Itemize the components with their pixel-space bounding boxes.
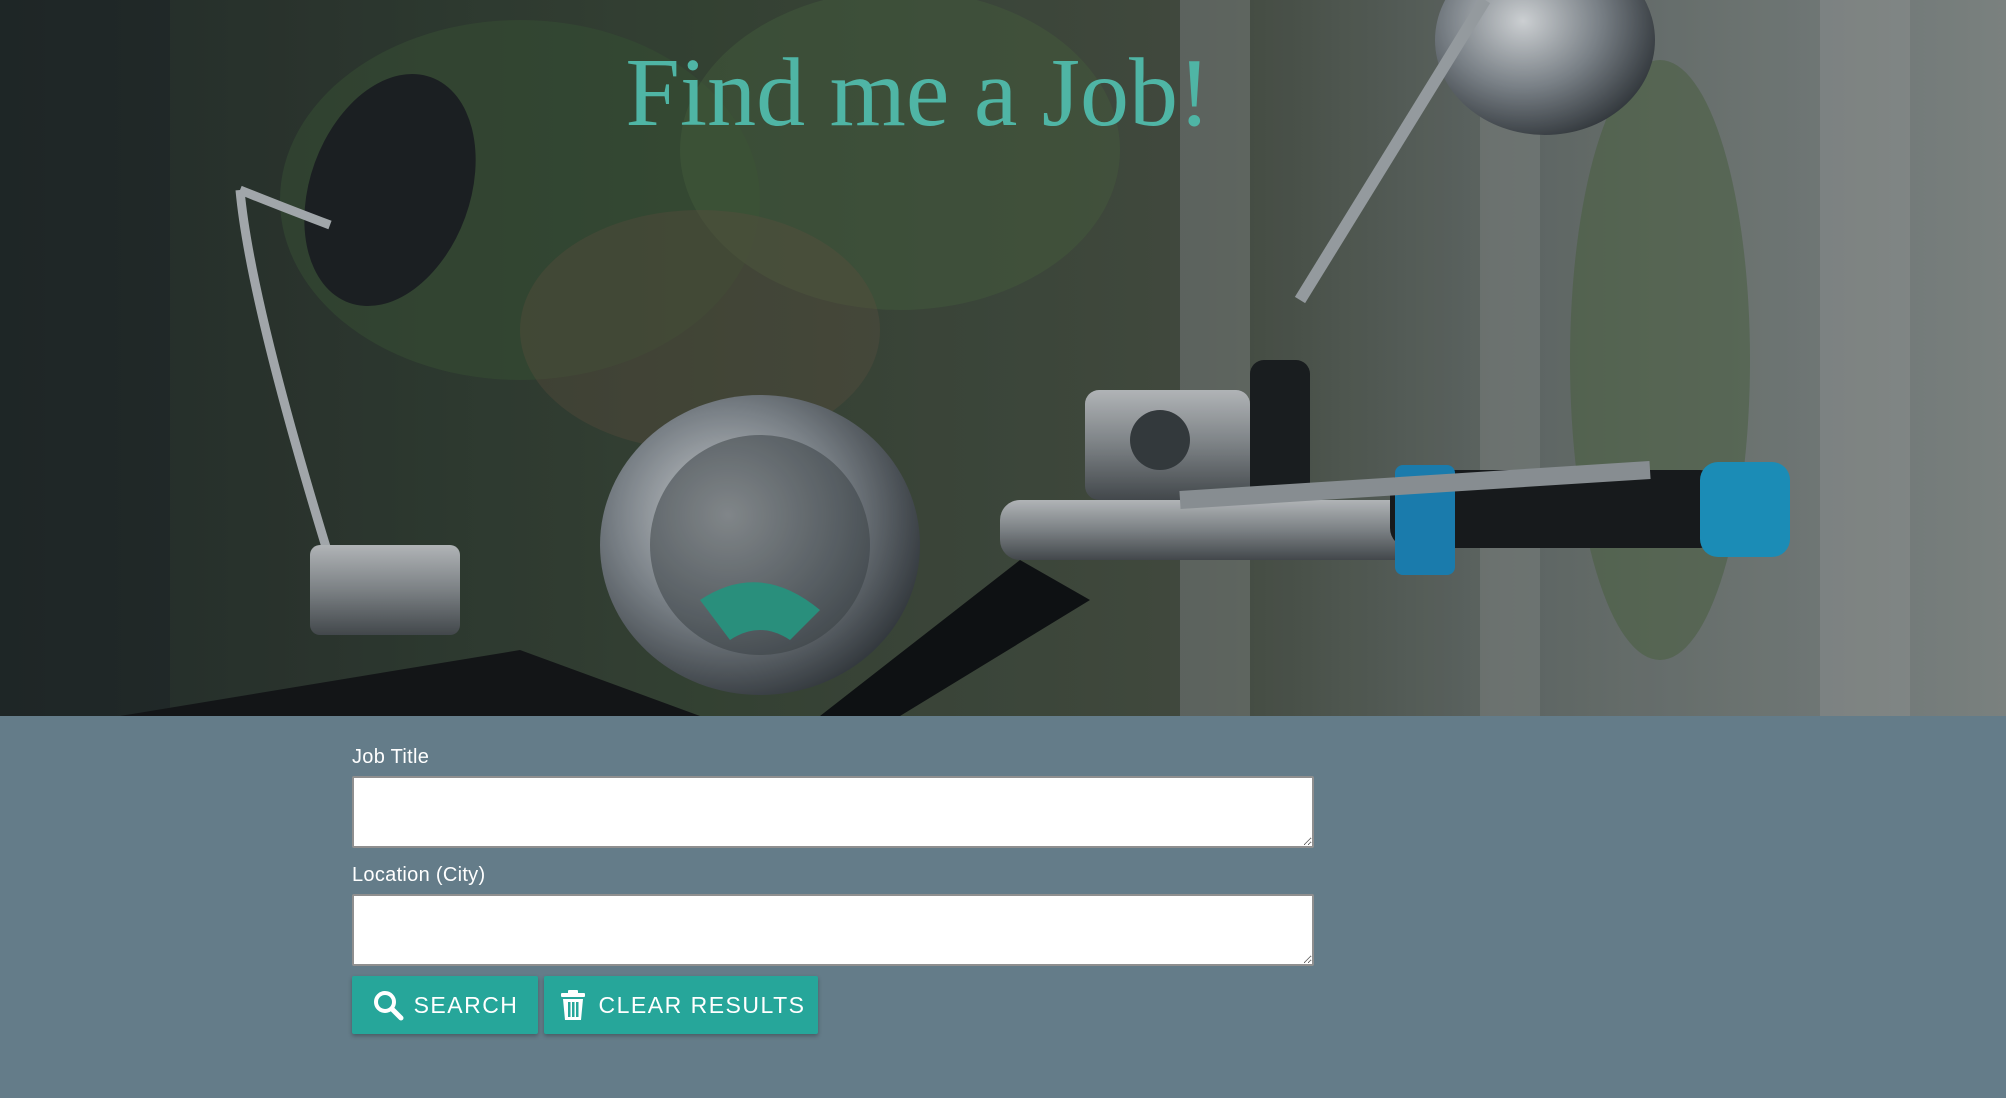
trash-icon <box>557 989 589 1021</box>
job-title-label: Job Title <box>352 746 430 768</box>
clear-results-button-label: CLEAR RESULTS <box>598 991 806 1018</box>
job-title-input[interactable] <box>352 776 1314 848</box>
search-button-label: SEARCH <box>413 991 519 1018</box>
search-button[interactable]: SEARCH <box>352 976 538 1034</box>
search-icon <box>372 989 404 1021</box>
location-input[interactable] <box>352 894 1314 966</box>
hero-banner: Find me a Job! <box>0 0 2006 716</box>
location-label: Location (City) <box>352 864 486 886</box>
clear-results-button[interactable]: CLEAR RESULTS <box>544 976 818 1034</box>
page-title: Find me a Job! <box>625 39 1211 147</box>
search-form: Job Title Location (City) SEARCH CLEAR R… <box>0 716 2006 1098</box>
